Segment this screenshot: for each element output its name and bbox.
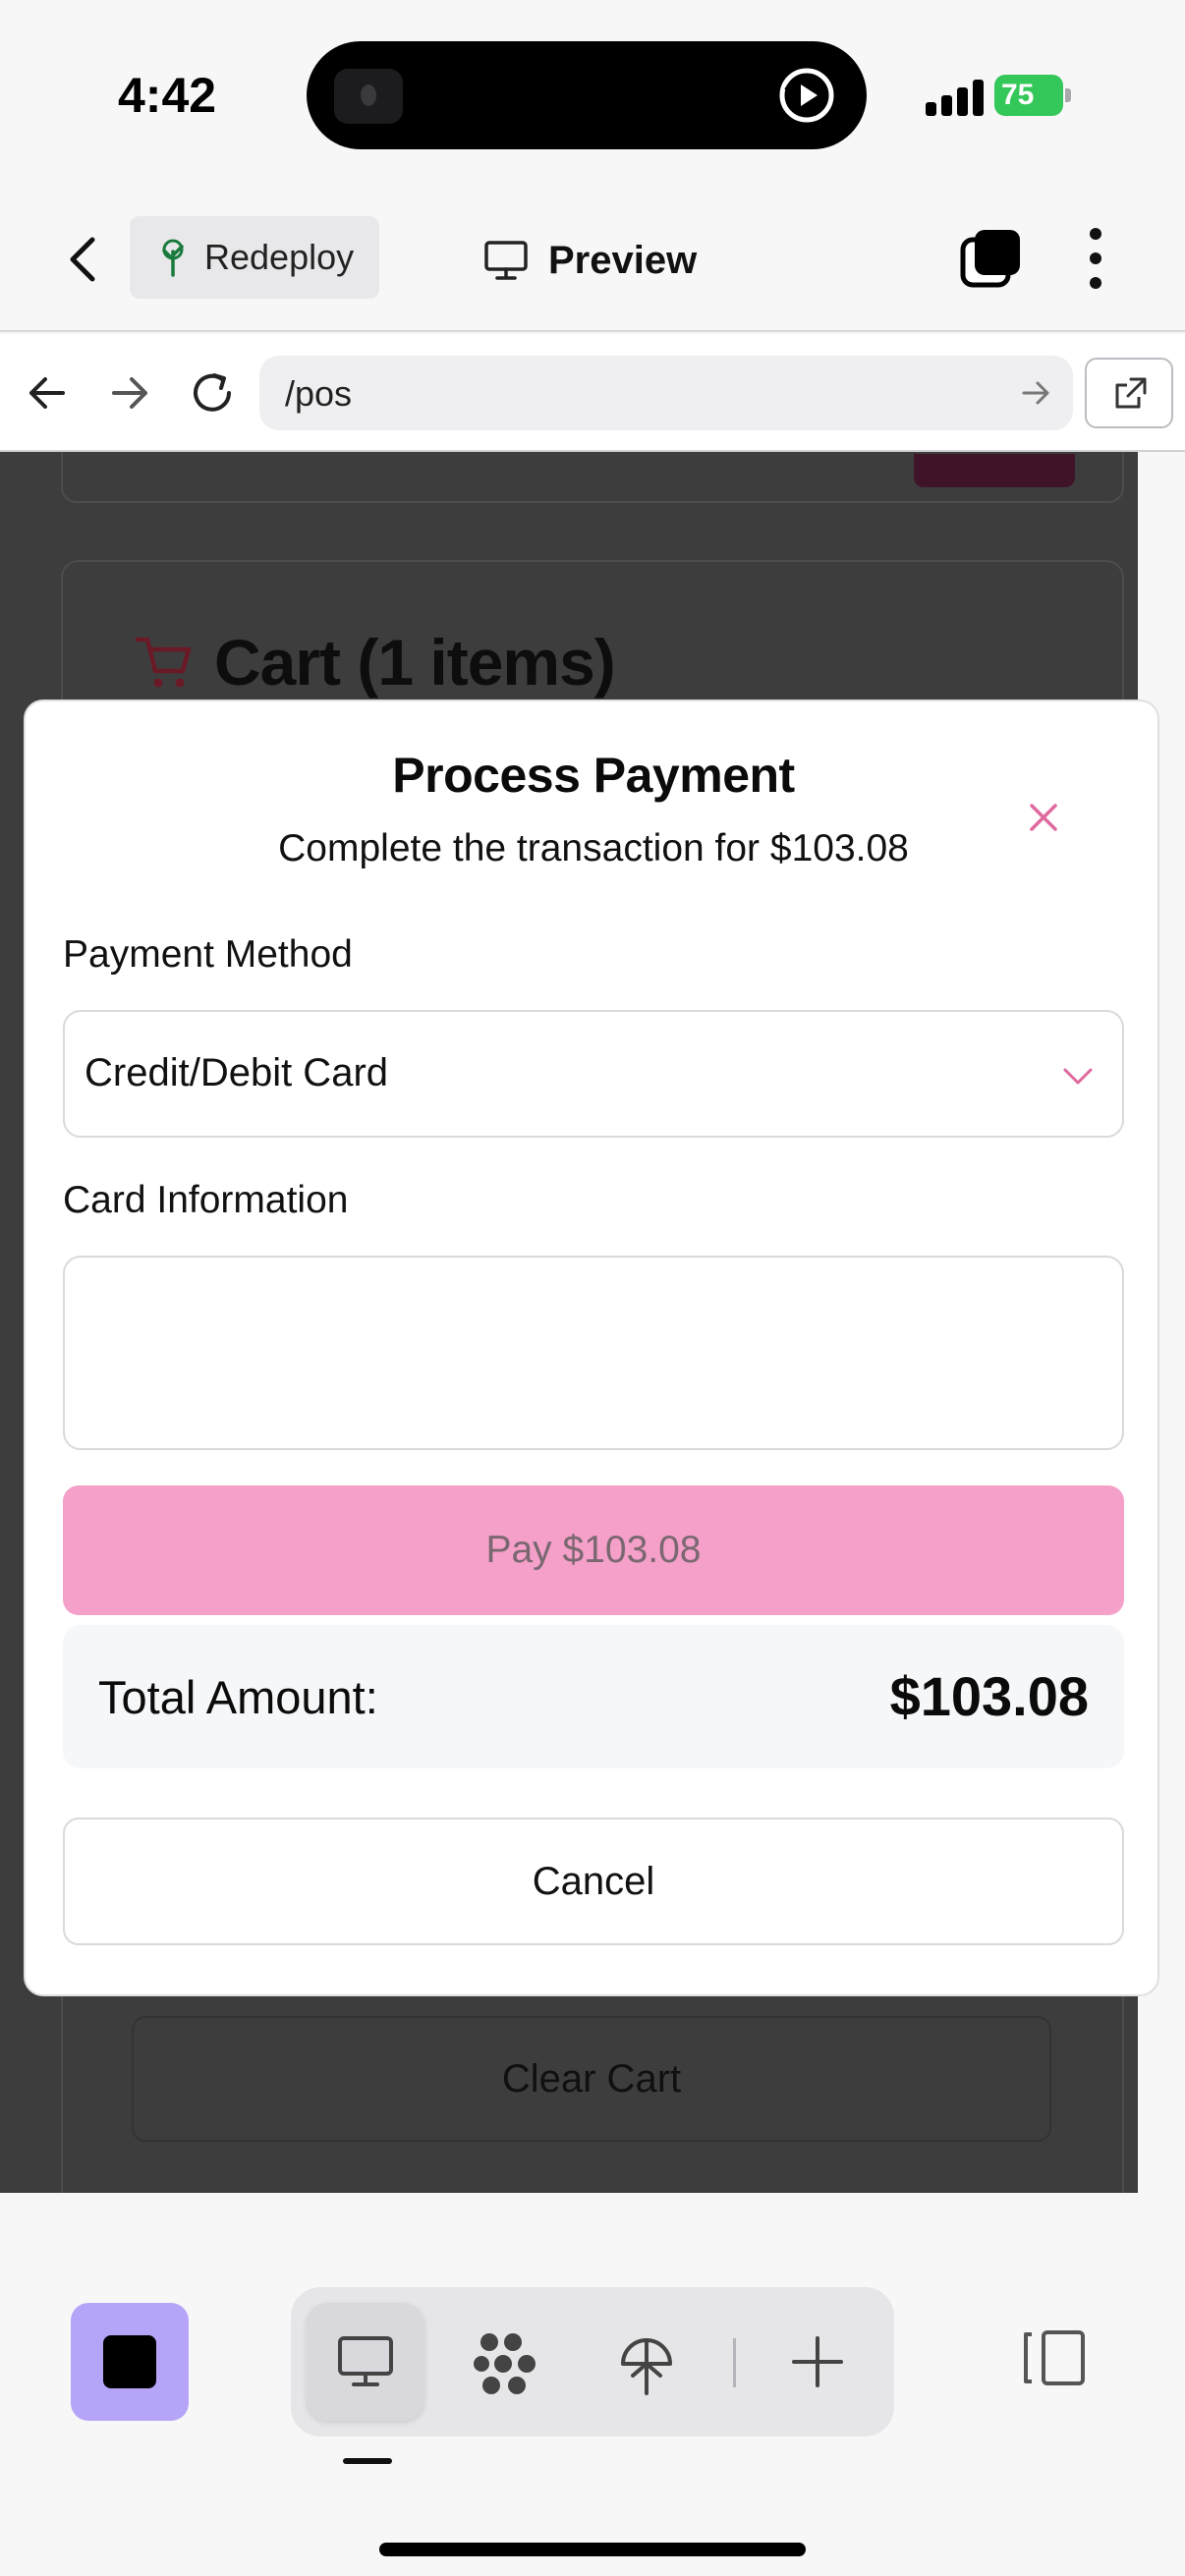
dynamic-island	[307, 41, 867, 149]
url-text: /pos	[285, 373, 353, 414]
payment-method-label: Payment Method	[63, 933, 353, 976]
panel-icon[interactable]	[1018, 2326, 1089, 2389]
play-icon	[779, 68, 834, 123]
pay-button[interactable]: Pay $103.08	[63, 1485, 1124, 1615]
chevron-down-icon	[1063, 1068, 1093, 1085]
open-external-button[interactable]	[1085, 358, 1173, 428]
close-icon[interactable]	[1022, 796, 1065, 839]
clear-cart-button: Clear Cart	[132, 2016, 1051, 2142]
battery-icon: 75	[994, 75, 1071, 116]
arrow-right-icon[interactable]	[102, 365, 157, 420]
cart-title: Cart (1 items)	[214, 626, 616, 699]
deploy-icon	[621, 2338, 672, 2395]
view-switcher	[291, 2287, 894, 2436]
total-value: $103.08	[889, 1665, 1089, 1727]
url-input[interactable]: /pos	[259, 356, 1073, 430]
reload-icon[interactable]	[185, 365, 240, 420]
app-header: Redeploy Preview	[0, 187, 1185, 332]
card-info-label: Card Information	[63, 1179, 349, 1221]
stop-icon	[103, 2335, 156, 2388]
nodes-icon	[474, 2333, 536, 2394]
monitor-icon	[484, 241, 528, 280]
camera-icon	[334, 69, 403, 124]
plus-icon	[792, 2336, 843, 2387]
go-icon[interactable]	[1018, 375, 1053, 411]
cart-header: Cart (1 items)	[134, 625, 616, 700]
payment-dialog: Process Payment Complete the transaction…	[24, 700, 1159, 1996]
add-button	[914, 454, 1075, 487]
redeploy-button[interactable]: Redeploy	[130, 216, 379, 299]
external-link-icon	[1115, 377, 1147, 409]
payment-method-select[interactable]: Credit/Debit Card	[63, 1010, 1124, 1138]
tabs-icon[interactable]	[959, 226, 1024, 291]
tree-icon	[162, 239, 184, 277]
desktop-icon	[338, 2336, 393, 2386]
dialog-subtitle: Complete the transaction for $103.08	[278, 827, 909, 869]
status-time: 4:42	[118, 68, 217, 123]
page-edge	[0, 2193, 1185, 2212]
nodes-button[interactable]	[444, 2303, 562, 2421]
cart-icon	[135, 637, 192, 688]
payment-method-value: Credit/Debit Card	[85, 1051, 389, 1094]
active-tab-indicator	[343, 2458, 392, 2464]
dialog-title: Process Payment	[392, 748, 795, 803]
back-icon[interactable]	[59, 230, 108, 289]
bottom-toolbar	[0, 2211, 1185, 2576]
signal-icon	[926, 79, 985, 116]
redeploy-label: Redeploy	[204, 237, 355, 277]
more-icon[interactable]	[1081, 226, 1110, 291]
home-indicator[interactable]	[379, 2543, 806, 2556]
stop-button[interactable]	[71, 2303, 189, 2421]
preview-title: Preview	[483, 226, 697, 295]
total-label: Total Amount:	[98, 1671, 378, 1723]
toolbar-divider	[733, 2338, 736, 2387]
product-card	[61, 452, 1124, 503]
url-bar: /pos	[0, 334, 1185, 452]
battery-level: 75	[1001, 79, 1035, 111]
preview-label: Preview	[548, 238, 698, 282]
status-bar: 4:42 75	[0, 0, 1185, 187]
arrow-left-icon[interactable]	[20, 365, 75, 420]
total-summary: Total Amount: $103.08	[63, 1625, 1124, 1768]
cancel-button[interactable]: Cancel	[63, 1818, 1124, 1945]
desktop-view-button[interactable]	[307, 2303, 424, 2421]
add-button[interactable]	[759, 2303, 876, 2421]
card-info-field[interactable]	[63, 1256, 1124, 1450]
deploy-button[interactable]	[588, 2303, 705, 2421]
